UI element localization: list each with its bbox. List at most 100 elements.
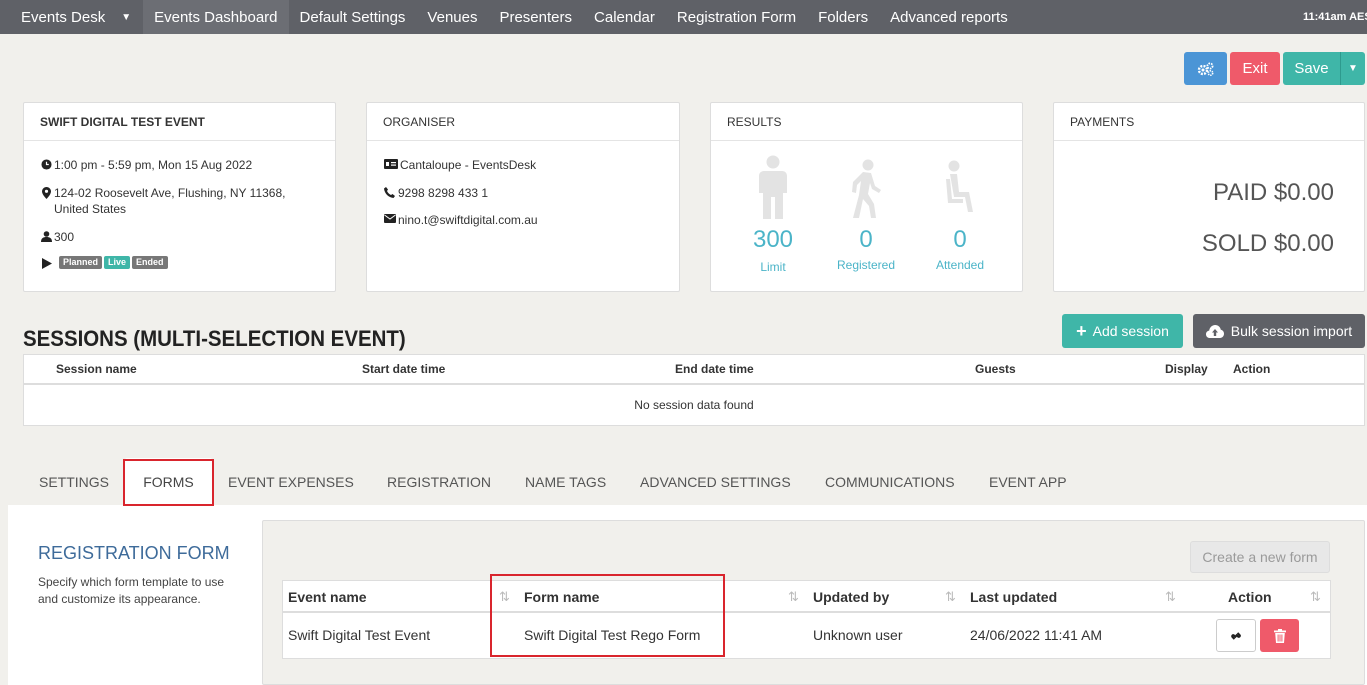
event-status: Planned Live Ended [40, 256, 170, 269]
organiser-card: ORGANISER Cantaloupe - EventsDesk 9298 8… [366, 102, 680, 292]
save-button[interactable]: Save [1283, 52, 1340, 85]
nav-registration-form[interactable]: Registration Form [666, 0, 807, 34]
sessions-title: SESSIONS (MULTI-SELECTION EVENT) [23, 326, 406, 351]
person-standing-icon [759, 155, 787, 219]
address-line1: 124-02 Roosevelt Ave, Flushing, NY 11368… [54, 186, 286, 200]
sort-icon[interactable]: ⇅ [945, 589, 956, 605]
person-seated-icon [946, 160, 973, 212]
stat-registered-label: Registered [836, 258, 896, 272]
link-form-button[interactable] [1216, 619, 1256, 652]
brand-label: Events Desk [21, 8, 106, 26]
organiser-name-text: Cantaloupe - EventsDesk [400, 158, 537, 172]
organiser-phone: 9298 8298 433 1 [383, 185, 488, 201]
col-updated-by[interactable]: Updated by [813, 589, 889, 605]
col-event-name[interactable]: Event name [288, 589, 367, 605]
forms-table: Event name ⇅ Form name ⇅ Updated by ⇅ La… [282, 580, 1331, 659]
caret-down-icon: ▼ [1348, 63, 1358, 74]
cogs-icon [1197, 62, 1214, 76]
col-end-date-time[interactable]: End date time [675, 362, 754, 376]
col-session-name[interactable]: Session name [56, 362, 137, 376]
bulk-session-import-label: Bulk session import [1230, 323, 1353, 339]
nav-advanced-reports[interactable]: Advanced reports [879, 0, 1019, 34]
sort-icon[interactable]: ⇅ [788, 589, 799, 605]
badge-live: Live [104, 256, 131, 269]
add-session-button[interactable]: + Add session [1062, 314, 1183, 348]
table-row: Swift Digital Test Event Swift Digital T… [283, 613, 1330, 658]
col-start-date-time[interactable]: Start date time [362, 362, 445, 376]
stat-attended: 0 Attended [920, 159, 1000, 272]
tab-communications[interactable]: COMMUNICATIONS [825, 474, 955, 490]
col-display[interactable]: Display [1165, 362, 1208, 376]
nav-calendar[interactable]: Calendar [583, 0, 666, 34]
tab-event-app[interactable]: EVENT APP [989, 474, 1067, 490]
badge-planned: Planned [59, 256, 103, 269]
create-new-form-button[interactable]: Create a new form [1190, 541, 1330, 573]
stat-limit-label: Limit [760, 260, 786, 274]
link-icon [1231, 631, 1241, 640]
nav-presenters[interactable]: Presenters [488, 0, 583, 34]
highlight-forms-tab [123, 459, 214, 506]
col-guests[interactable]: Guests [975, 362, 1016, 376]
sessions-empty-message: No session data found [634, 398, 754, 412]
organiser-email-text[interactable]: nino.t@swiftdigital.com.au [398, 212, 538, 228]
stat-registered: 0 Registered [826, 159, 906, 272]
address-line2: United States [54, 202, 127, 216]
badge-ended: Ended [132, 256, 168, 269]
nav-venues[interactable]: Venues [416, 0, 488, 34]
top-navbar: Events Desk ▼ Events Dashboard Default S… [0, 0, 1367, 34]
event-card: SWIFT DIGITAL TEST EVENT 1:00 pm - 5:59 … [23, 102, 336, 292]
envelope-icon [383, 214, 396, 223]
forms-table-header: Event name ⇅ Form name ⇅ Updated by ⇅ La… [283, 581, 1330, 613]
organiser-email: nino.t@swiftdigital.com.au [383, 212, 538, 228]
tab-settings[interactable]: SETTINGS [39, 474, 109, 490]
stat-limit-value: 300 [752, 226, 794, 253]
save-options-button[interactable]: ▼ [1340, 52, 1365, 85]
sold-amount: SOLD $0.00 [1201, 230, 1334, 257]
results-title: RESULTS [711, 103, 1022, 141]
tab-name-tags[interactable]: NAME TAGS [525, 474, 606, 490]
exit-button[interactable]: Exit [1230, 52, 1280, 85]
event-time-text: 1:00 pm - 5:59 pm, Mon 15 Aug 2022 [54, 158, 253, 172]
settings-button[interactable] [1184, 52, 1227, 85]
nav-default-settings[interactable]: Default Settings [289, 0, 417, 34]
event-address: 124-02 Roosevelt Ave, Flushing, NY 11368… [40, 185, 286, 217]
organiser-title: ORGANISER [367, 103, 679, 141]
paid-amount: PAID $0.00 [1213, 179, 1334, 206]
event-time: 1:00 pm - 5:59 pm, Mon 15 Aug 2022 [40, 157, 252, 173]
stat-attended-value: 0 [953, 226, 967, 253]
sort-icon[interactable]: ⇅ [1165, 589, 1176, 605]
play-icon [40, 258, 53, 269]
stat-attended-label: Attended [935, 258, 985, 272]
cell-event-name: Swift Digital Test Event [288, 627, 431, 643]
brand-menu[interactable]: Events Desk ▼ [0, 0, 143, 34]
payments-title: PAYMENTS [1054, 103, 1364, 141]
person-walking-icon [852, 159, 881, 218]
trash-icon [1273, 628, 1286, 643]
phone-icon [383, 187, 396, 198]
stat-limit: 300 Limit [733, 155, 813, 274]
event-capacity: 300 [40, 229, 74, 245]
nav-events-dashboard[interactable]: Events Dashboard [143, 0, 289, 34]
sessions-table: Session name Start date time End date ti… [23, 354, 1365, 426]
id-card-icon [383, 159, 398, 169]
results-card: RESULTS 300 Limit 0 Registered 0 Attende… [710, 102, 1023, 292]
payments-card: PAYMENTS PAID $0.00 SOLD $0.00 [1053, 102, 1365, 292]
registration-form-title: REGISTRATION FORM [38, 543, 230, 563]
caret-down-icon: ▼ [121, 11, 132, 23]
nav-folders[interactable]: Folders [807, 0, 879, 34]
tab-advanced-settings[interactable]: ADVANCED SETTINGS [640, 474, 791, 490]
plus-icon: + [1076, 321, 1087, 341]
add-session-label: Add session [1092, 323, 1169, 339]
col-last-updated[interactable]: Last updated [970, 589, 1057, 605]
sessions-table-header: Session name Start date time End date ti… [24, 355, 1364, 385]
bulk-session-import-button[interactable]: Bulk session import [1193, 314, 1365, 348]
tab-event-expenses[interactable]: EVENT EXPENSES [228, 474, 354, 490]
cell-last-updated: 24/06/2022 11:41 AM [970, 627, 1103, 643]
tab-registration[interactable]: REGISTRATION [387, 474, 491, 490]
highlight-form-name-column [490, 574, 725, 657]
sort-icon[interactable]: ⇅ [1310, 589, 1321, 605]
delete-form-button[interactable] [1260, 619, 1299, 652]
organiser-phone-text: 9298 8298 433 1 [398, 186, 489, 200]
map-marker-icon [40, 187, 53, 199]
user-icon [40, 231, 53, 242]
